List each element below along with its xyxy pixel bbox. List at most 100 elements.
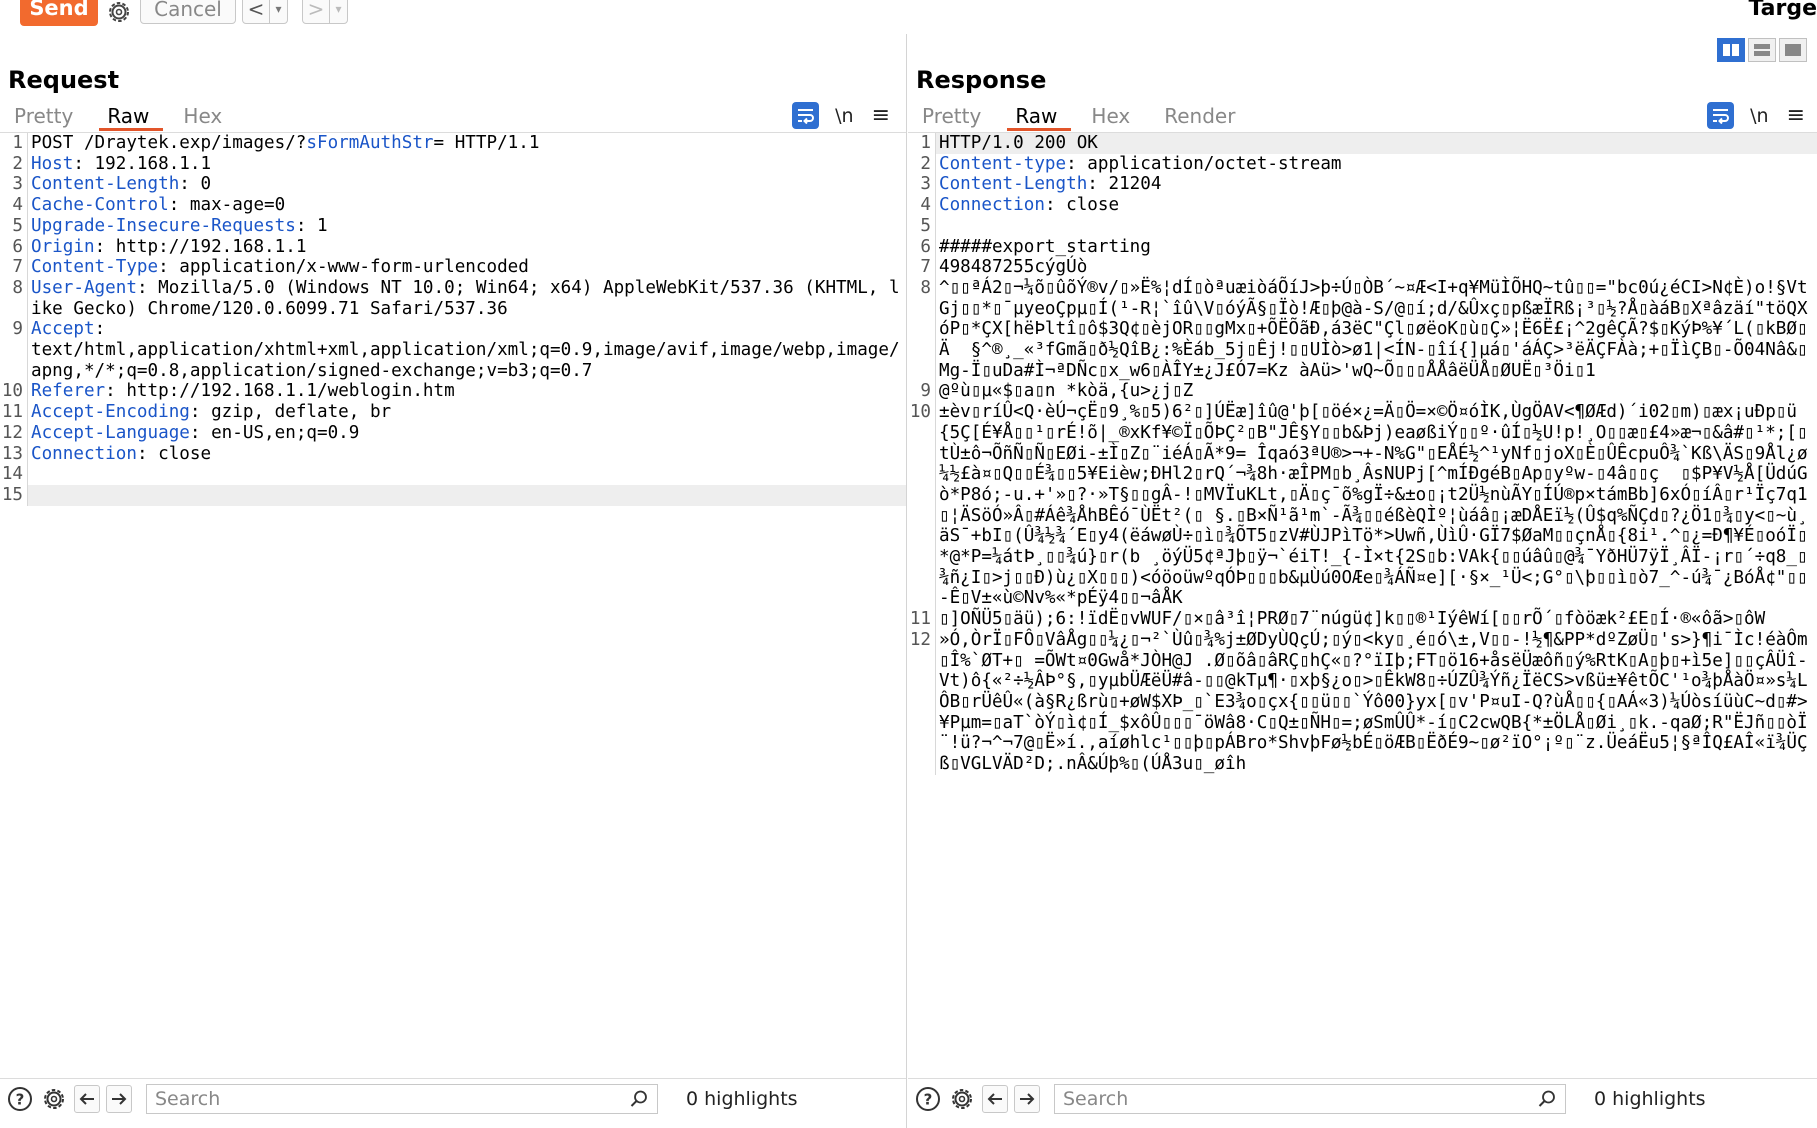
code-line[interactable]: 9 Accept: text/html,application/xhtml+xml… (0, 319, 906, 382)
line-number: 7 (0, 257, 28, 278)
settings-icon[interactable] (40, 1085, 68, 1113)
code-line[interactable]: 4 Cache-Control: max-age=0 (0, 195, 906, 216)
request-tab-pretty[interactable]: Pretty (6, 101, 87, 131)
text-segment: : text/html,application/xhtml+xml,applic… (31, 319, 900, 381)
code-line[interactable]: 5 Upgrade-Insecure-Requests: 1 (0, 215, 906, 237)
request-highlights-count: 0 highlights (686, 1087, 798, 1110)
code-line[interactable]: 11 ▯]OÑÜ5▯äü);6:!ïdË▯vWUF/▯×▯â³î¦PRØ▯7¨nú… (908, 609, 1817, 630)
line-number: 9 (908, 381, 936, 403)
text-segment: : 21204 (1087, 174, 1162, 195)
request-tabs: Pretty Raw Hex (6, 101, 248, 131)
newline-toggle-button[interactable]: \n (1750, 105, 1768, 127)
send-button[interactable]: Send (20, 0, 98, 26)
response-search-input[interactable] (1055, 1084, 1565, 1113)
code-line[interactable]: 10 Referer: http://192.168.1.1/weblogin.h… (0, 381, 906, 403)
text-segment: »Ó,ÒrÏ▯FÔ▯VâÅg▯▯¼¿▯¬²`Ùû▯¾%j±ØDyÙQçÚ;▯ý▯… (939, 629, 1808, 775)
code-line[interactable]: 11 Accept-Encoding: gzip, deflate, br (0, 402, 906, 423)
history-forward-group: > ▾ (302, 0, 348, 24)
code-line[interactable]: 6 Origin: http://192.168.1.1 (0, 236, 906, 258)
code-line[interactable]: 8 User-Agent: Mozilla/5.0 (Windows NT 10.… (0, 277, 906, 320)
text-segment: : application/x-www-form-urlencoded (158, 257, 529, 278)
header-name: Upgrade-Insecure-Requests (31, 215, 296, 236)
code-line[interactable]: 2 Content-type: application/octet-stream (908, 153, 1817, 175)
line-number: 10 (908, 402, 936, 610)
line-number: 1 (0, 133, 28, 154)
history-forward-button[interactable]: > (303, 0, 329, 21)
newline-toggle-button[interactable]: \n (835, 105, 853, 127)
code-line[interactable]: 2 Host: 192.168.1.1 (0, 153, 906, 175)
target-label[interactable]: Targe (1748, 0, 1817, 21)
response-tab-render[interactable]: Render (1156, 101, 1249, 131)
response-title: Response (916, 66, 1047, 94)
code-line[interactable]: 15 (0, 484, 906, 506)
code-line[interactable]: 6 #####export_starting (908, 236, 1817, 258)
svg-text:?: ? (16, 1090, 25, 1108)
request-editor-tools: \n ≡ (792, 102, 890, 129)
history-back-group: < ▾ (242, 0, 288, 24)
text-segment: : max-age=0 (168, 195, 286, 216)
forward-arrow-icon[interactable] (106, 1084, 132, 1113)
code-line[interactable]: 9 @ºù▯µ«$▯a▯n *kòä,{u>¿j▯Z (908, 381, 1817, 403)
history-forward-dropdown[interactable]: ▾ (329, 0, 347, 23)
response-tab-pretty[interactable]: Pretty (914, 101, 995, 131)
code-line[interactable]: 13 Connection: close (0, 443, 906, 465)
code-line[interactable]: 3 Content-Length: 21204 (908, 174, 1817, 196)
text-segment: : close (1044, 195, 1120, 216)
code-line[interactable]: 10 ±èv▯ríÛ<Q·èÚ¬çË▯9¸%▯5)6²▯]ÚËæ]îû@'þ[▯ö… (908, 402, 1817, 610)
code-line[interactable]: 12 »Ó,ÒrÏ▯FÔ▯VâÅg▯▯¼¿▯¬²`Ùû▯¾%j±ØDyÙQçÚ;▯… (908, 629, 1817, 775)
code-line[interactable]: 12 Accept-Language: en-US,en;q=0.9 (0, 422, 906, 444)
response-editor[interactable]: 1 HTTP/1.0 200 OK 2 Content-type: applicati… (908, 133, 1817, 1068)
history-back-button[interactable]: < (243, 0, 269, 21)
text-segment: : close (136, 443, 212, 464)
code-line[interactable]: 8 ^▯▯ªÁ2▯¬¼õ▯ûõÝ®v/▯»Ë%¦dÍ▯òªuæiòáÕíJ>þ÷Ú… (908, 277, 1817, 382)
back-arrow-icon[interactable] (982, 1084, 1008, 1113)
menu-icon[interactable]: ≡ (872, 103, 890, 128)
code-line[interactable]: 1 HTTP/1.0 200 OK (908, 133, 1817, 154)
forward-arrow-icon[interactable] (1014, 1084, 1040, 1113)
history-back-dropdown[interactable]: ▾ (269, 0, 287, 23)
line-number: 12 (0, 422, 28, 444)
line-number: 7 (908, 257, 936, 278)
line-number: 13 (0, 443, 28, 465)
settings-icon[interactable] (948, 1085, 976, 1113)
code-line[interactable]: 14 (0, 464, 906, 485)
layout-single-icon[interactable] (1779, 38, 1807, 62)
response-tab-hex[interactable]: Hex (1083, 101, 1144, 131)
text-segment: : 0 (179, 174, 212, 195)
code-line[interactable]: 5 (908, 215, 1817, 237)
code-line[interactable]: 4 Connection: close (908, 195, 1817, 216)
line-content (28, 464, 906, 485)
line-content: ^▯▯ªÁ2▯¬¼õ▯ûõÝ®v/▯»Ë%¦dÍ▯òªuæiòáÕíJ>þ÷Ú▯… (936, 278, 1817, 382)
header-name: Content-type (939, 153, 1067, 174)
back-arrow-icon[interactable] (74, 1084, 100, 1113)
response-tab-raw[interactable]: Raw (1007, 101, 1072, 131)
layout-top-bottom-icon[interactable] (1748, 38, 1776, 62)
help-icon[interactable]: ? (914, 1085, 942, 1113)
line-content: Connection: close (936, 195, 1817, 216)
layout-side-by-side-icon[interactable] (1717, 38, 1745, 62)
code-line[interactable]: 7 Content-Type: application/x-www-form-ur… (0, 257, 906, 278)
code-line[interactable]: 3 Content-Length: 0 (0, 174, 906, 196)
search-icon[interactable] (629, 1089, 649, 1113)
request-pane: Request Pretty Raw Hex \n ≡ 1 POST /Drayt… (0, 34, 907, 1128)
request-tab-raw[interactable]: Raw (99, 101, 164, 131)
text-segment: POST /Draytek.exp/images/? (31, 133, 307, 153)
line-content: Cache-Control: max-age=0 (28, 195, 906, 216)
wrap-lines-icon[interactable] (1707, 102, 1735, 129)
line-number: 14 (0, 464, 28, 485)
search-icon[interactable] (1537, 1089, 1557, 1113)
gear-icon[interactable] (105, 0, 133, 26)
code-line[interactable]: 1 POST /Draytek.exp/images/?sFormAuthStr=… (0, 133, 906, 154)
line-content: Upgrade-Insecure-Requests: 1 (28, 216, 906, 237)
response-editor-tools: \n ≡ (1707, 102, 1805, 129)
menu-icon[interactable]: ≡ (1787, 103, 1805, 128)
code-line[interactable]: 7 498487255cýgÚò (908, 257, 1817, 278)
request-search-input[interactable] (147, 1084, 657, 1113)
request-tab-hex[interactable]: Hex (175, 101, 236, 131)
help-icon[interactable]: ? (6, 1085, 34, 1113)
request-editor[interactable]: 1 POST /Draytek.exp/images/?sFormAuthStr=… (0, 133, 906, 1068)
cancel-button[interactable]: Cancel (140, 0, 236, 24)
text-segment: : application/octet-stream (1066, 153, 1342, 174)
line-content: @ºù▯µ«$▯a▯n *kòä,{u>¿j▯Z (936, 381, 1817, 402)
wrap-lines-icon[interactable] (792, 102, 820, 129)
